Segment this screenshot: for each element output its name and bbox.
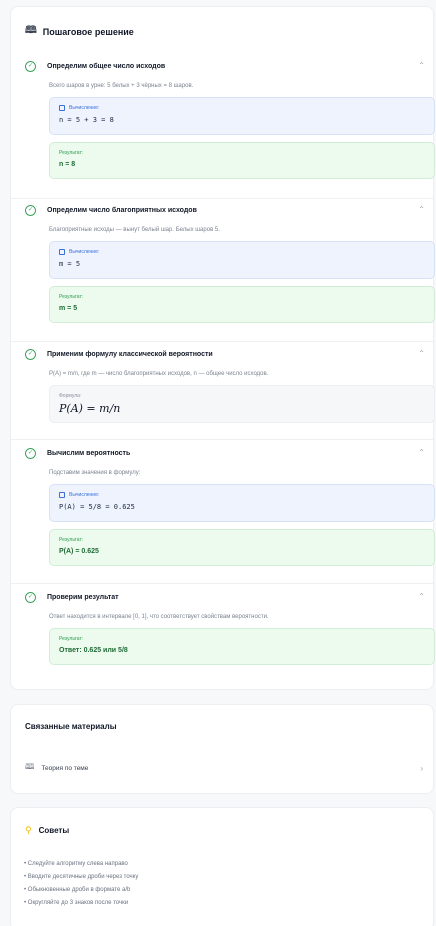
chevron-right-icon: › [420,763,423,773]
step-3-formula: P(A) = m/n [59,402,121,415]
step-1-header[interactable]: ✓ Определим общее число исходов ⌃ [11,59,433,73]
tip-item: • Вводите десятичные дроби через точку [24,874,139,880]
formula-label: Формула: [59,393,82,399]
step-4-header[interactable]: ✓ Вычислим вероятность ⌃ [11,446,433,460]
step-2-title: Определим число благоприятных исходов [47,206,197,214]
tips-card: ⚲ Советы • Следуйте алгоритму слева напр… [10,807,434,926]
chevron-up-icon[interactable]: ⌃ [418,205,425,214]
step-2-calculation-box: Вычисление: m = 5 [49,241,435,279]
step-4-title: Вычислим вероятность [47,449,131,457]
related-item-theory[interactable]: 🕮 Теория по теме › [25,761,425,775]
step-divider [11,583,433,584]
step-4: ✓ Вычислим вероятность ⌃ Подставим значе… [11,446,435,566]
step-divider [11,341,433,342]
check-circle-icon: ✓ [25,348,36,360]
result-label: Результат: [59,537,84,543]
related-title: Связанные материалы [25,722,117,731]
tips-title: Советы [38,826,70,835]
step-2-description: Благоприятные исходы — вынут белый шар. … [49,227,220,233]
tip-item: • Следуйте алгоритму слева направо [24,861,128,867]
tip-item: • Обыкновенные дроби в формате a/b [24,887,131,893]
result-label: Результат: [59,636,84,642]
step-5-header[interactable]: ✓ Проверим результат ⌃ [11,590,433,604]
step-5: ✓ Проверим результат ⌃ Ответ находится в… [11,590,435,665]
solution-card: 🕮 Пошаговое решение ✓ Определим общее чи… [10,6,435,690]
step-3-header[interactable]: ✓ Применим формулу классической вероятно… [11,347,433,361]
step-5-result-box: Результат: Ответ: 0.625 или 5/8 [49,628,435,665]
chevron-up-icon[interactable]: ⌃ [418,349,425,358]
step-2-result-box: Результат: m = 5 [49,286,435,323]
tip-item: • Округляйте до 3 знаков после точки [24,900,129,906]
step-4-calculation-box: Вычисление: P(A) = 5/8 = 0.625 [49,484,435,522]
chevron-up-icon[interactable]: ⌃ [418,448,425,457]
check-circle-icon: ✓ [25,591,36,603]
step-4-calculation: P(A) = 5/8 = 0.625 [59,503,135,511]
related-item-label: Теория по теме [41,764,89,772]
step-3: ✓ Применим формулу классической вероятно… [11,347,435,423]
step-4-result: P(A) = 0.625 [59,548,99,555]
chevron-up-icon[interactable]: ⌃ [418,592,425,601]
step-divider [11,439,433,440]
step-4-result-box: Результат: P(A) = 0.625 [49,529,435,566]
chevron-up-icon[interactable]: ⌃ [418,61,425,70]
calculator-icon [59,105,65,111]
step-2: ✓ Определим число благоприятных исходов … [11,203,435,323]
step-1-result: n = 8 [59,161,76,168]
tips-list: • Следуйте алгоритму слева направо • Вво… [24,858,138,910]
step-1-calculation: n = 5 + 3 = 8 [59,116,114,124]
calculation-label: Вычисление: [69,492,100,498]
book-open-icon: 🕮 [25,25,37,36]
result-label: Результат: [59,150,84,156]
result-label: Результат: [59,294,84,300]
check-circle-icon: ✓ [25,447,36,459]
step-3-formula-box: Формула: P(A) = m/n [49,385,435,423]
calculator-icon [59,249,65,255]
step-3-title: Применим формулу классической вероятност… [47,350,213,358]
step-2-result: m = 5 [59,305,78,312]
related-materials-card: Связанные материалы 🕮 Теория по теме › [10,704,434,794]
step-1-title: Определим общее число исходов [47,62,166,70]
step-1-calculation-box: Вычисление: n = 5 + 3 = 8 [49,97,435,135]
step-5-result: Ответ: 0.625 или 5/8 [59,647,128,654]
solution-title: Пошаговое решение [42,26,134,37]
check-circle-icon: ✓ [25,60,36,72]
step-5-title: Проверим результат [47,593,119,601]
calculation-label: Вычисление: [69,105,100,111]
step-1-description: Всего шаров в урне: 5 белых + 3 чёрных =… [49,83,194,89]
lightbulb-icon: ⚲ [25,825,32,835]
book-open-icon: 🕮 [25,762,35,771]
step-2-header[interactable]: ✓ Определим число благоприятных исходов … [11,203,433,217]
tips-header: ⚲ Советы [25,825,69,836]
step-2-calculation: m = 5 [59,260,81,268]
step-3-description: P(A) = m/n, где m — число благоприятных … [49,371,269,377]
step-5-description: Ответ находится в интервале [0, 1], что … [49,614,269,620]
step-1-result-box: Результат: n = 8 [49,142,435,179]
solution-header: 🕮 Пошаговое решение [11,7,433,40]
step-4-description: Подставим значения в формулу: [49,470,141,476]
step-1: ✓ Определим общее число исходов ⌃ Всего … [11,59,435,179]
check-circle-icon: ✓ [25,204,36,216]
calculator-icon [59,492,65,498]
calculation-label: Вычисление: [69,249,100,255]
step-divider [11,198,433,199]
